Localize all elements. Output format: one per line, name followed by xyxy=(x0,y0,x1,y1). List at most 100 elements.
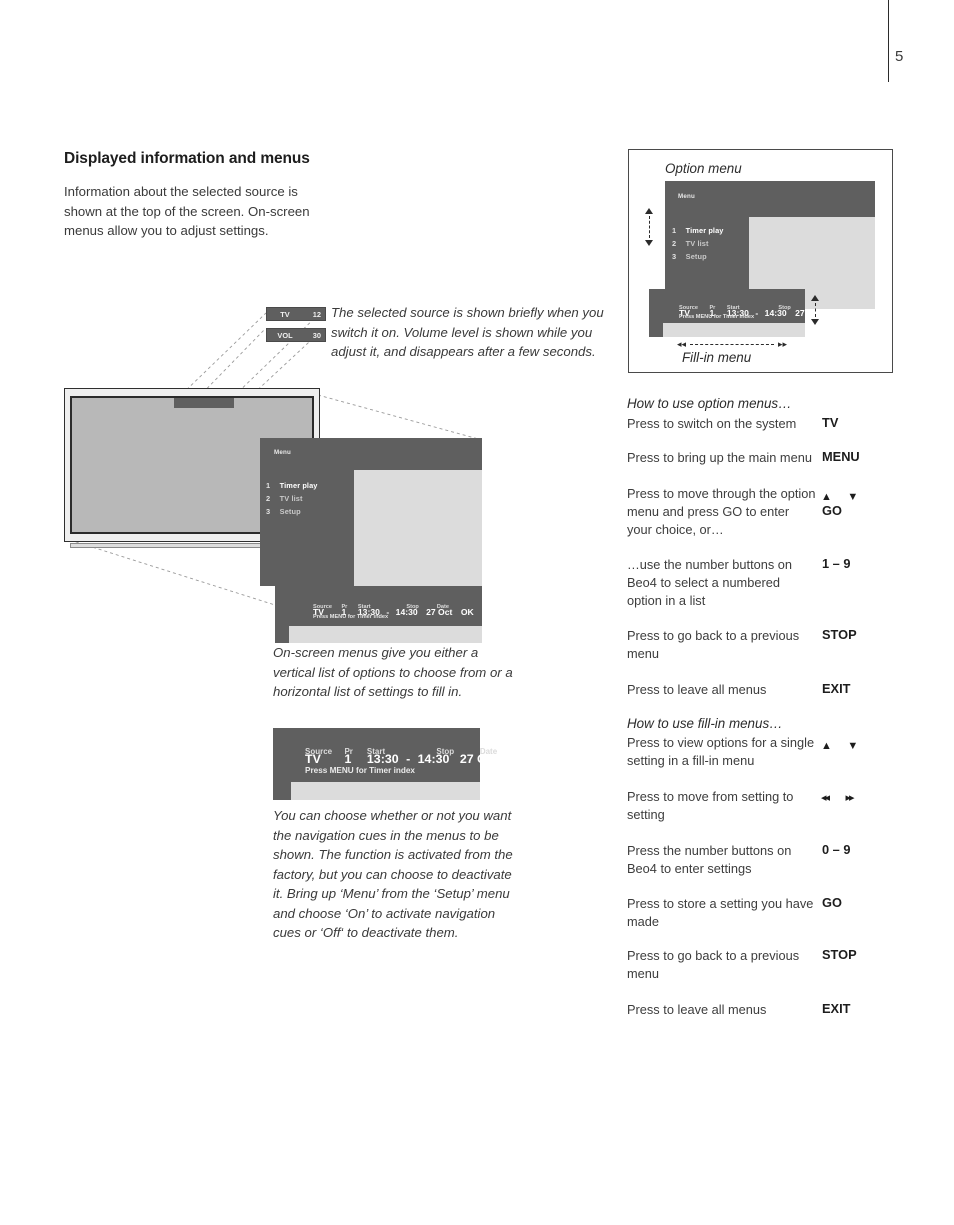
option-instruction-text-3: Press to move through the option menu an… xyxy=(627,486,816,537)
fill-instruction-arrows-2[interactable]: ◂◂ ▸▸ xyxy=(821,788,855,806)
status-badge-volume: VOL 30 xyxy=(266,328,326,342)
option-fillin-value-dash: - xyxy=(755,308,759,318)
onscreen-menu-item-3-number: 3 xyxy=(266,507,271,516)
cue-rewind-icon: ◂◂ xyxy=(677,338,687,349)
fill-instruction-text-4: Press to store a setting you have made xyxy=(627,896,814,929)
fillin-example-light xyxy=(291,782,480,800)
onscreen-menu-title: Menu xyxy=(274,449,291,456)
status-badge-source-value: 12 xyxy=(312,310,321,319)
fillin-value-ok: OK xyxy=(460,607,474,617)
option-instruction-row-6: Press to leave all menus EXIT xyxy=(627,681,907,699)
option-menu-figure-title: Option menu xyxy=(665,161,742,176)
option-fillin-dark-left xyxy=(649,323,663,337)
option-instruction-key-6[interactable]: EXIT xyxy=(822,681,850,696)
forward-icon[interactable]: ▸▸ xyxy=(846,791,855,804)
fillin-value-date: 27 Oct xyxy=(426,607,453,617)
option-fillin-hint: Press MENU for Timer index xyxy=(679,314,755,320)
fillin-example-value-source: TV xyxy=(305,752,321,766)
fill-instruction-row-3: Press the number buttons on Beo4 to ente… xyxy=(627,842,907,878)
option-instruction-key-1[interactable]: TV xyxy=(822,415,838,430)
fill-instruction-row-2: Press to move from setting to setting ◂◂… xyxy=(627,788,907,824)
fillin-example-hint: Press MENU for Timer index xyxy=(305,766,415,775)
cue-horizontal-dotted-line xyxy=(690,343,774,345)
fill-instruction-key-4[interactable]: GO xyxy=(822,895,842,910)
up-arrow-icon[interactable]: ▲ xyxy=(821,740,832,752)
option-fillin-menu: Source Pr Start Stop Date TV 1 13:30 - 1… xyxy=(649,289,843,337)
fill-instruction-row-6: Press to leave all menus EXIT xyxy=(627,1001,907,1019)
option-instruction-key-5[interactable]: STOP xyxy=(822,627,857,642)
option-instruction-text-5: Press to go back to a previous menu xyxy=(627,628,800,661)
fill-instruction-text-2: Press to move from setting to setting xyxy=(627,789,794,822)
rewind-icon[interactable]: ◂◂ xyxy=(821,791,830,804)
option-instruction-row-1: Press to switch on the system TV xyxy=(627,415,907,433)
option-instruction-text-1: Press to switch on the system xyxy=(627,416,797,431)
option-fillin-value-stop: 14:30 xyxy=(764,308,787,318)
horizontal-navigation-cue: ◂◂ ▸▸ xyxy=(677,339,787,349)
fill-instruction-key-3[interactable]: 0 – 9 xyxy=(822,842,850,857)
option-fillin-light xyxy=(663,323,805,337)
cue-down-arrow-icon xyxy=(645,240,653,246)
caption-menus: On-screen menus give you either a vertic… xyxy=(273,645,513,699)
down-arrow-icon[interactable]: ▼ xyxy=(847,491,858,503)
fillin-example-value-ok: OK xyxy=(508,752,527,766)
onscreen-fillin-menu: Source Pr Start Stop Date TV 1 13:30 - 1… xyxy=(275,586,482,643)
fillin-cue-down-arrow-icon xyxy=(811,319,819,325)
option-menu-item-3-number: 3 xyxy=(672,252,677,261)
option-instruction-key-4[interactable]: 1 – 9 xyxy=(822,556,850,571)
fill-instruction-text-6: Press to leave all menus xyxy=(627,1002,767,1017)
caption-navcues: You can choose whether or not you want t… xyxy=(273,808,513,940)
onscreen-menu-right-panel xyxy=(354,470,482,586)
fillin-example-value-date: 27 Oct xyxy=(459,752,498,766)
option-instruction-row-3: Press to move through the option menu an… xyxy=(627,485,907,539)
option-menu-figure: Option menu Menu 1 Timer play 2 TV list … xyxy=(628,149,893,373)
option-menu-figure-footer: Fill-in menu xyxy=(682,350,752,365)
up-arrow-icon[interactable]: ▲ xyxy=(821,491,832,503)
status-badge-source: TV 12 xyxy=(266,307,326,321)
vertical-navigation-cue xyxy=(643,208,655,246)
onscreen-menu-item-3-label: Setup xyxy=(279,507,301,516)
fill-instruction-key-6[interactable]: EXIT xyxy=(822,1001,850,1016)
tv-speaker-bar xyxy=(174,398,234,408)
onscreen-fillin-hint: Press MENU for Timer index xyxy=(313,614,389,620)
how-to-fill-heading: How to use fill-in menus… xyxy=(627,716,783,731)
fillin-example-value-start: 13:30 xyxy=(366,752,399,766)
fillin-value-stop: 14:30 xyxy=(395,607,418,617)
fillin-menu-example: Source Pr Start Stop Date TV 1 13:30 - 1… xyxy=(273,728,527,800)
status-badge-volume-value: 30 xyxy=(312,331,321,340)
fill-instruction-text-3: Press the number buttons on Beo4 to ente… xyxy=(627,843,792,876)
fillin-example-value-dash: - xyxy=(406,752,411,766)
page-number-rule xyxy=(888,0,889,82)
caption-badges: The selected source is shown briefly whe… xyxy=(331,305,604,359)
option-instruction-key-2[interactable]: MENU xyxy=(822,449,860,464)
fillin-example-dark-left xyxy=(273,782,291,800)
option-instruction-row-4: …use the number buttons on Beo4 to selec… xyxy=(627,556,907,610)
fillin-vertical-navigation-cue xyxy=(809,295,821,325)
page-title: Displayed information and menus xyxy=(64,150,310,167)
fillin-cue-up-arrow-icon xyxy=(811,295,819,301)
option-instruction-row-5: Press to go back to a previous menu STOP xyxy=(627,627,907,663)
onscreen-fillin-light xyxy=(289,626,482,643)
fillin-example-value-stop: 14:30 xyxy=(417,752,450,766)
fill-instruction-arrows-1[interactable]: ▲ ▼ xyxy=(821,736,858,754)
option-instruction-text-2: Press to bring up the main menu xyxy=(627,450,812,465)
cue-dotted-line xyxy=(648,216,650,238)
onscreen-menu-item-3[interactable]: 3 Setup xyxy=(266,501,301,519)
option-instruction-row-2: Press to bring up the main menu MENU xyxy=(627,449,907,467)
option-menu-item-3[interactable]: 3 Setup xyxy=(672,246,707,264)
down-arrow-icon[interactable]: ▼ xyxy=(847,740,858,752)
how-to-option-heading: How to use option menus… xyxy=(627,396,792,411)
fillin-cue-dotted-line xyxy=(814,303,816,317)
fillin-example-value-pr: 1 xyxy=(344,752,352,766)
cue-forward-icon: ▸▸ xyxy=(777,338,787,349)
fill-instruction-row-5: Press to go back to a previous menu STOP xyxy=(627,947,907,983)
status-badge-volume-label: VOL xyxy=(277,331,293,340)
option-instruction-key-3[interactable]: GO xyxy=(822,503,842,518)
fill-instruction-text-5: Press to go back to a previous menu xyxy=(627,948,800,981)
fill-instruction-row-1: Press to view options for a single setti… xyxy=(627,734,907,770)
fill-instruction-text-1: Press to view options for a single setti… xyxy=(627,735,815,768)
cue-up-arrow-icon xyxy=(645,208,653,214)
fill-instruction-key-5[interactable]: STOP xyxy=(822,947,857,962)
option-instruction-text-4: …use the number buttons on Beo4 to selec… xyxy=(627,557,793,608)
option-instruction-text-6: Press to leave all menus xyxy=(627,682,767,697)
option-menu-title: Menu xyxy=(678,193,695,200)
